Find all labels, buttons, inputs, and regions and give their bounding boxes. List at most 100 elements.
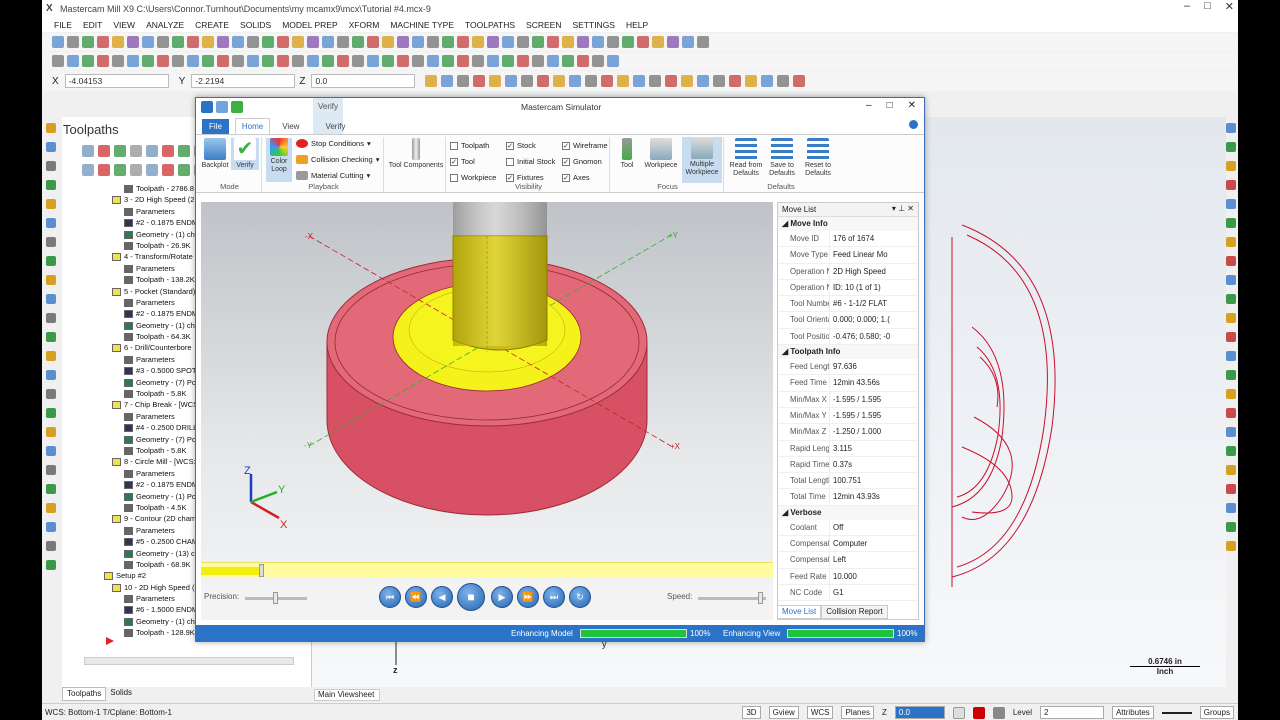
left-strip-22-icon[interactable] [46, 522, 56, 532]
precision-slider[interactable] [245, 592, 307, 604]
toolbar3-8-icon[interactable] [537, 75, 550, 87]
move-info-section[interactable]: ◢ Move Info [778, 217, 918, 231]
toolpaths-toolbar-13-icon[interactable] [146, 164, 158, 176]
toolbar2-8-icon[interactable] [157, 55, 169, 67]
left-strip-8-icon[interactable] [46, 256, 56, 266]
status-z-input[interactable]: 0.0 [894, 706, 945, 719]
left-strip-1-icon[interactable] [46, 123, 56, 133]
precision-handle[interactable] [273, 592, 278, 604]
playback-timeline[interactable] [201, 562, 773, 578]
toolbar2-12-icon[interactable] [217, 55, 229, 67]
toolbar3-19-icon[interactable] [713, 75, 726, 87]
line-style-icon[interactable] [1161, 711, 1192, 714]
toolbar1-21-icon[interactable] [352, 36, 364, 48]
tool-components-button[interactable]: Tool Components [388, 138, 444, 170]
toolbar1-25-icon[interactable] [412, 36, 424, 48]
right-strip-6-icon[interactable] [1226, 218, 1236, 228]
toolbar1-1-icon[interactable] [52, 36, 64, 48]
toolbar3-1-icon[interactable] [425, 75, 438, 87]
left-strip-24-icon[interactable] [46, 560, 56, 570]
toolbar1-39-icon[interactable] [622, 36, 634, 48]
toolbar3-11-icon[interactable] [585, 75, 598, 87]
toolbar2-38-icon[interactable] [607, 55, 619, 67]
toolbar2-2-icon[interactable] [67, 55, 79, 67]
right-strip-11-icon[interactable] [1226, 313, 1236, 323]
toolbar2-10-icon[interactable] [187, 55, 199, 67]
minimize-icon[interactable]: – [1184, 0, 1190, 13]
toolpaths-toolbar-2-icon[interactable] [98, 145, 110, 157]
right-strip-8-icon[interactable] [1226, 256, 1236, 266]
toolbar2-16-icon[interactable] [277, 55, 289, 67]
tab-collision-report[interactable]: Collision Report [821, 605, 888, 619]
toolpaths-toolbar-14-icon[interactable] [162, 164, 174, 176]
play-button[interactable]: ▶ [491, 586, 513, 608]
toolbar3-5-icon[interactable] [489, 75, 502, 87]
left-strip-6-icon[interactable] [46, 218, 56, 228]
toolbar1-3-icon[interactable] [82, 36, 94, 48]
tab-verify[interactable]: Verify [319, 119, 351, 134]
sim-maximize-icon[interactable]: □ [887, 100, 893, 111]
visibility-toolpath-checkbox[interactable]: Toolpath [450, 141, 489, 150]
toolbar3-12-icon[interactable] [601, 75, 614, 87]
speed-handle[interactable] [758, 592, 763, 604]
toolbar2-26-icon[interactable] [427, 55, 439, 67]
toolbar2-35-icon[interactable] [562, 55, 574, 67]
right-strip-21-icon[interactable] [1226, 503, 1236, 513]
toolbar2-36-icon[interactable] [577, 55, 589, 67]
left-strip-21-icon[interactable] [46, 503, 56, 513]
right-strip-4-icon[interactable] [1226, 180, 1236, 190]
toolbar3-10-icon[interactable] [569, 75, 582, 87]
z-input[interactable]: 0.0 [311, 74, 416, 88]
y-input[interactable]: -2.2194 [191, 74, 296, 88]
timeline-handle[interactable] [259, 564, 264, 577]
toolbar2-34-icon[interactable] [547, 55, 559, 67]
loop-button[interactable]: ↻ [569, 586, 591, 608]
toolbar2-13-icon[interactable] [232, 55, 244, 67]
menu-machine-type[interactable]: MACHINE TYPE [390, 20, 454, 30]
toolpath-info-section[interactable]: ◢ Toolpath Info [778, 345, 918, 360]
right-strip-13-icon[interactable] [1226, 351, 1236, 361]
visibility-gnomon-checkbox[interactable]: ✓ Gnomon [562, 157, 602, 166]
toolbar2-18-icon[interactable] [307, 55, 319, 67]
right-strip-5-icon[interactable] [1226, 199, 1236, 209]
x-input[interactable]: -4.04153 [64, 74, 169, 88]
right-strip-16-icon[interactable] [1226, 408, 1236, 418]
toolbar2-22-icon[interactable] [367, 55, 379, 67]
toolbar2-28-icon[interactable] [457, 55, 469, 67]
right-strip-17-icon[interactable] [1226, 427, 1236, 437]
left-strip-2-icon[interactable] [46, 142, 56, 152]
left-strip-9-icon[interactable] [46, 275, 56, 285]
toolbar1-38-icon[interactable] [607, 36, 619, 48]
toolpaths-toolbar-3-icon[interactable] [114, 145, 126, 157]
focus-workpiece-button[interactable]: Workpiece [642, 138, 680, 170]
left-strip-17-icon[interactable] [46, 427, 56, 437]
right-strip-23-icon[interactable] [1226, 541, 1236, 551]
toolbar3-16-icon[interactable] [665, 75, 678, 87]
toolbar2-24-icon[interactable] [397, 55, 409, 67]
toolbar2-3-icon[interactable] [82, 55, 94, 67]
toolbar1-14-icon[interactable] [247, 36, 259, 48]
toolbar3-4-icon[interactable] [473, 75, 486, 87]
left-strip-13-icon[interactable] [46, 351, 56, 361]
menu-screen[interactable]: SCREEN [526, 20, 561, 30]
toolpaths-toolbar-12-icon[interactable] [130, 164, 142, 176]
sim-minimize-icon[interactable]: – [866, 100, 872, 111]
left-strip-11-icon[interactable] [46, 313, 56, 323]
tab-toolpaths[interactable]: Toolpaths [62, 687, 107, 701]
visibility-workpiece-checkbox[interactable]: Workpiece [450, 173, 496, 182]
status-3d[interactable]: 3D [742, 706, 761, 719]
toolbar2-6-icon[interactable] [127, 55, 139, 67]
toolbar1-37-icon[interactable] [592, 36, 604, 48]
left-strip-4-icon[interactable] [46, 180, 56, 190]
toolbar2-17-icon[interactable] [292, 55, 304, 67]
toolbar2-11-icon[interactable] [202, 55, 214, 67]
toolbar2-31-icon[interactable] [502, 55, 514, 67]
simulation-viewport[interactable]: -X +X +Y -Y Z X Y [201, 202, 773, 620]
toolbar3-22-icon[interactable] [761, 75, 774, 87]
right-strip-19-icon[interactable] [1226, 465, 1236, 475]
toolbar1-32-icon[interactable] [517, 36, 529, 48]
toolbar2-30-icon[interactable] [487, 55, 499, 67]
toolbar3-24-icon[interactable] [793, 75, 806, 87]
line-color-icon[interactable] [972, 706, 985, 719]
right-strip-12-icon[interactable] [1226, 332, 1236, 342]
